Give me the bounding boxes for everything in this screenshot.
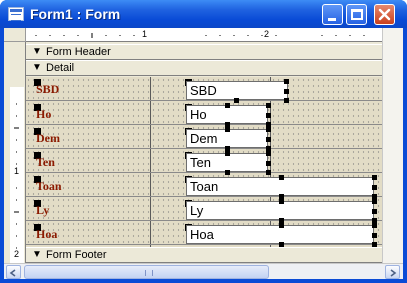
maximize-icon (351, 9, 363, 20)
resize-handle[interactable] (225, 170, 230, 175)
resize-handle[interactable] (266, 161, 271, 166)
horizontal-ruler[interactable]: 1 2 (26, 28, 382, 42)
form-header-section-bar[interactable]: ▼ Form Header (26, 44, 382, 60)
resize-handle[interactable] (266, 151, 271, 156)
section-arrow-icon: ▼ (32, 46, 42, 57)
ruler-mark-1: 1 (142, 29, 148, 39)
resize-handle[interactable] (234, 98, 239, 103)
field-label-ly[interactable]: Ly (36, 203, 49, 218)
resize-handle[interactable] (225, 103, 230, 108)
title-bar[interactable]: Form1 : Form (0, 0, 407, 28)
detail-section-bar[interactable]: ▼ Detail (26, 60, 382, 76)
form-footer-label: Form Footer (46, 249, 107, 261)
field-label-dem[interactable]: Dem (36, 131, 60, 146)
detail-section[interactable]: SBD SBD Ho Ho Dem Dem Ten Ten Toan Toan … (26, 77, 382, 263)
grid-line (26, 196, 382, 197)
resize-handle[interactable] (372, 185, 377, 190)
field-label-hoa[interactable]: Hoa (36, 227, 57, 242)
vertical-ruler[interactable]: 1 2 (4, 42, 26, 263)
scroll-left-icon (9, 269, 16, 277)
vertical-ruler-ticks (14, 103, 19, 249)
vertical-scrollbar-area[interactable] (382, 28, 403, 263)
close-icon (378, 8, 391, 21)
ruler-ticks (35, 33, 365, 38)
minimize-icon (328, 18, 336, 21)
maximize-button[interactable] (346, 4, 367, 25)
ruler-corner[interactable] (4, 28, 26, 42)
grid-line (26, 100, 382, 101)
resize-handle[interactable] (279, 175, 284, 180)
scroll-right-icon (390, 269, 397, 277)
grid-line (26, 172, 382, 173)
resize-handle[interactable] (266, 170, 271, 175)
ruler-mark-2: 2 (264, 29, 270, 39)
app-form-icon[interactable] (8, 7, 24, 21)
resize-handle[interactable] (279, 199, 284, 204)
field-label-toan[interactable]: Toan (36, 179, 62, 194)
resize-handle[interactable] (266, 137, 271, 142)
grid-line (26, 124, 382, 125)
grid-line (26, 244, 382, 245)
scroll-right-button[interactable] (385, 265, 400, 279)
scroll-left-button[interactable] (6, 265, 21, 279)
resize-handle[interactable] (266, 113, 271, 118)
form-design-window: Form1 : Form 1 2 1 2 ▼ Form Header ▼ Det… (0, 0, 407, 283)
scroll-thumb[interactable] (24, 265, 269, 279)
scroll-grip (145, 270, 153, 276)
detail-label: Detail (46, 62, 75, 74)
resize-handle[interactable] (372, 209, 377, 214)
resize-handle[interactable] (372, 223, 377, 228)
field-label-ho[interactable]: Ho (36, 107, 51, 122)
close-button[interactable] (374, 4, 395, 25)
resize-handle[interactable] (266, 103, 271, 108)
field-label-sbd[interactable]: SBD (36, 82, 59, 97)
resize-handle[interactable] (372, 175, 377, 180)
resize-handle[interactable] (372, 199, 377, 204)
resize-handle[interactable] (372, 233, 377, 238)
section-arrow-icon: ▼ (32, 62, 42, 73)
grid-line (26, 220, 382, 221)
horizontal-scrollbar[interactable] (4, 263, 403, 279)
form-design-area: 1 2 1 2 ▼ Form Header ▼ Detail SBD SBD H… (4, 28, 403, 279)
window-title: Form1 : Form (30, 6, 121, 22)
vertical-ruler-mark-1: 1 (14, 166, 20, 176)
resize-handle[interactable] (284, 89, 289, 94)
minimize-button[interactable] (322, 4, 343, 25)
resize-handle[interactable] (284, 79, 289, 84)
resize-handle[interactable] (266, 127, 271, 132)
resize-handle[interactable] (225, 151, 230, 156)
form-footer-section-bar[interactable]: ▼ Form Footer (26, 247, 382, 263)
resize-handle[interactable] (284, 98, 289, 103)
resize-handle[interactable] (225, 127, 230, 132)
resize-handle[interactable] (279, 223, 284, 228)
form-header-label: Form Header (46, 46, 111, 58)
grid-line (26, 148, 382, 149)
section-arrow-icon: ▼ (32, 249, 42, 260)
vertical-ruler-mark-2: 2 (14, 249, 20, 259)
grid-line (150, 77, 151, 263)
field-label-ten[interactable]: Ten (36, 155, 55, 170)
